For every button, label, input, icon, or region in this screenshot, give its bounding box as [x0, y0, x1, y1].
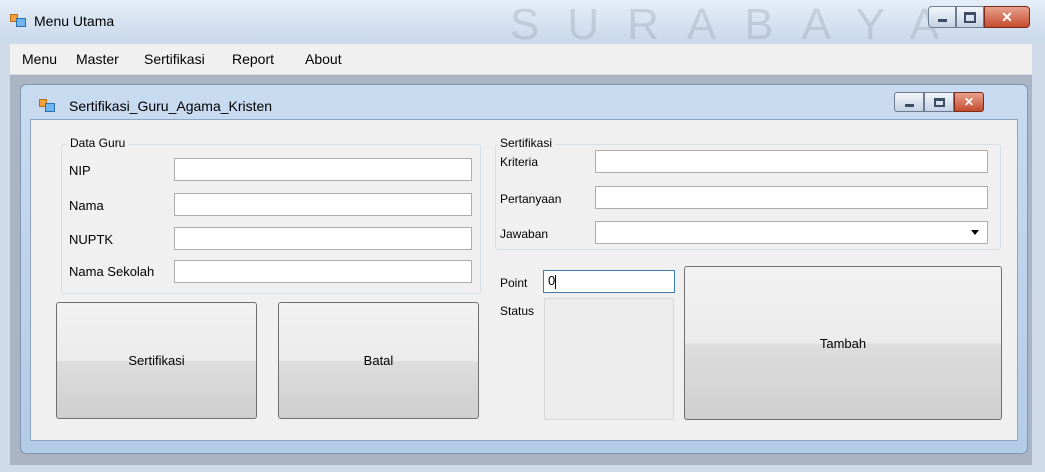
point-value: 0 [548, 273, 556, 288]
close-icon: ✕ [1001, 9, 1013, 25]
minimize-button[interactable] [928, 6, 956, 28]
child-maximize-button[interactable] [924, 92, 954, 112]
minimize-icon [904, 103, 914, 107]
menu-item-menu[interactable]: Menu [22, 51, 57, 67]
main-title-bar[interactable]: Menu Utama SURABAYA ✕ [0, 0, 1045, 49]
close-icon: ✕ [963, 95, 975, 109]
kriteria-label: Kriteria [500, 155, 539, 169]
minimize-icon [937, 19, 947, 22]
window-title: Menu Utama [34, 13, 115, 29]
nama-sekolah-input[interactable] [174, 260, 472, 283]
nama-sekolah-label: Nama Sekolah [69, 264, 155, 279]
sertifikasi-button[interactable]: Sertifikasi [56, 302, 257, 419]
data-guru-legend: Data Guru [67, 136, 129, 150]
maximize-icon [964, 11, 976, 23]
status-label: Status [500, 304, 535, 318]
pertanyaan-input[interactable] [595, 186, 988, 209]
nip-input[interactable] [174, 158, 472, 181]
child-window-title: Sertifikasi_Guru_Agama_Kristen [69, 98, 273, 114]
nip-label: NIP [69, 163, 91, 178]
watermark: SURABAYA [510, 0, 968, 49]
nama-label: Nama [69, 198, 104, 213]
maximize-button[interactable] [956, 6, 984, 28]
menu-item-sertifikasi[interactable]: Sertifikasi [144, 51, 205, 67]
point-label: Point [500, 276, 528, 290]
app-window-icon [10, 14, 26, 28]
main-window: Menu Utama SURABAYA ✕ Menu Master Sertif… [0, 0, 1045, 472]
nuptk-input[interactable] [174, 227, 472, 250]
jawaban-select[interactable] [595, 221, 988, 244]
child-minimize-button[interactable] [894, 92, 924, 112]
menu-bar: Menu Master Sertifikasi Report About [10, 44, 1032, 75]
menu-item-master[interactable]: Master [76, 51, 119, 67]
sertifikasi-legend: Sertifikasi [497, 136, 556, 150]
pertanyaan-label: Pertanyaan [500, 192, 562, 206]
maximize-icon [933, 97, 945, 107]
text-caret [555, 274, 557, 289]
close-button[interactable]: ✕ [984, 6, 1030, 28]
child-window: Sertifikasi_Guru_Agama_Kristen ✕ Data Gu… [20, 84, 1028, 454]
menu-item-about[interactable]: About [305, 51, 342, 67]
child-close-button[interactable]: ✕ [954, 92, 984, 112]
tambah-button[interactable]: Tambah [684, 266, 1002, 420]
child-window-icon [39, 99, 55, 113]
batal-button[interactable]: Batal [278, 302, 479, 419]
menu-item-report[interactable]: Report [232, 51, 274, 67]
nama-input[interactable] [174, 193, 472, 216]
chevron-down-icon[interactable] [971, 230, 979, 235]
status-panel [544, 298, 674, 420]
kriteria-input[interactable] [595, 150, 988, 173]
nuptk-label: NUPTK [69, 232, 114, 247]
point-input[interactable]: 0 [543, 270, 675, 293]
jawaban-label: Jawaban [500, 227, 549, 241]
form-client-area: Data Guru NIP Nama NUPTK Nama Sekolah Se… [30, 119, 1018, 441]
